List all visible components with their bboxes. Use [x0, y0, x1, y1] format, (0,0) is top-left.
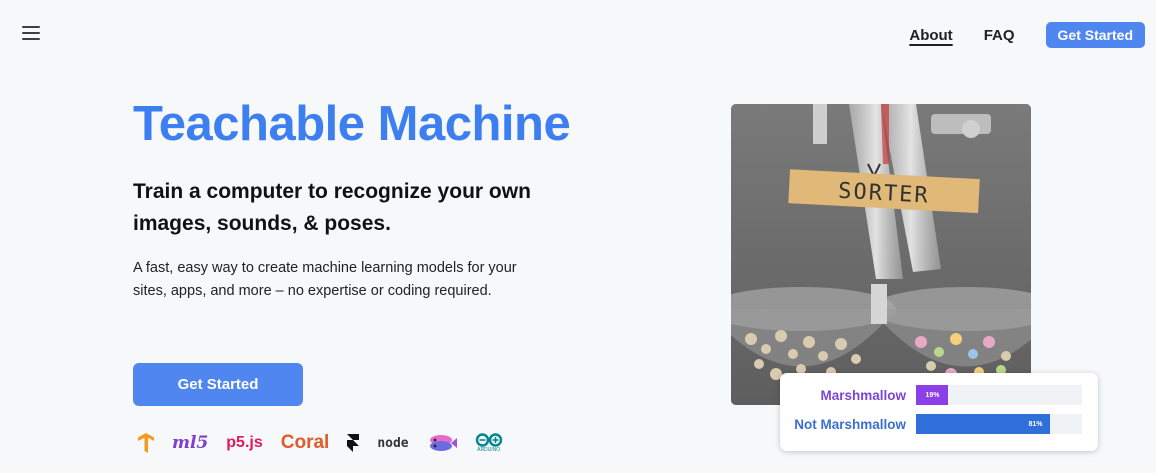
hero-get-started-button[interactable]: Get Started [133, 363, 303, 406]
arduino-infinity-icon [475, 433, 502, 447]
page-title: Teachable Machine [133, 97, 571, 151]
top-nav: About FAQ Get Started [909, 22, 1145, 48]
nav-link-about[interactable]: About [909, 27, 952, 44]
sorter-photo: SORTER [731, 104, 1031, 405]
prediction-bar-fill: 81% [916, 414, 1051, 434]
nav-link-faq[interactable]: FAQ [984, 27, 1015, 44]
tensorflow-icon [138, 433, 154, 453]
coral-logo: Coral [280, 432, 330, 453]
hamburger-menu-icon[interactable] [22, 26, 40, 40]
prediction-bar-fill: 19% [916, 385, 948, 405]
arduino-label: ARDUINO [477, 447, 501, 453]
prediction-label: Not Marshmallow [794, 416, 906, 432]
nodejs-logo-text: node [377, 435, 409, 451]
prediction-label: Marshmallow [820, 387, 906, 403]
prediction-row: Not Marshmallow 81% [791, 414, 1082, 434]
nodejs-logo: node [377, 436, 408, 451]
prediction-bar-track: 19% [916, 385, 1082, 405]
hero-subtitle: Train a computer to recognize your own i… [133, 180, 531, 235]
arduino-logo: ARDUINO [475, 433, 503, 453]
prediction-card: Marshmallow 19% Not Marshmallow 81% [780, 373, 1098, 451]
hero-description: A fast, easy way to create machine learn… [133, 260, 517, 299]
prediction-bar-track: 81% [916, 414, 1082, 434]
partner-logos: ml5 p5.js Coral node ARDUINO [138, 428, 521, 458]
ml5-logo: ml5 [172, 433, 209, 453]
nav-get-started-button[interactable]: Get Started [1045, 22, 1145, 48]
sorter-label-text: SORTER [838, 179, 931, 209]
glitch-fish-icon [427, 433, 457, 453]
prediction-row: Marshmallow 19% [791, 385, 1082, 405]
framer-icon [347, 434, 360, 452]
p5js-logo: p5.js [226, 434, 263, 451]
